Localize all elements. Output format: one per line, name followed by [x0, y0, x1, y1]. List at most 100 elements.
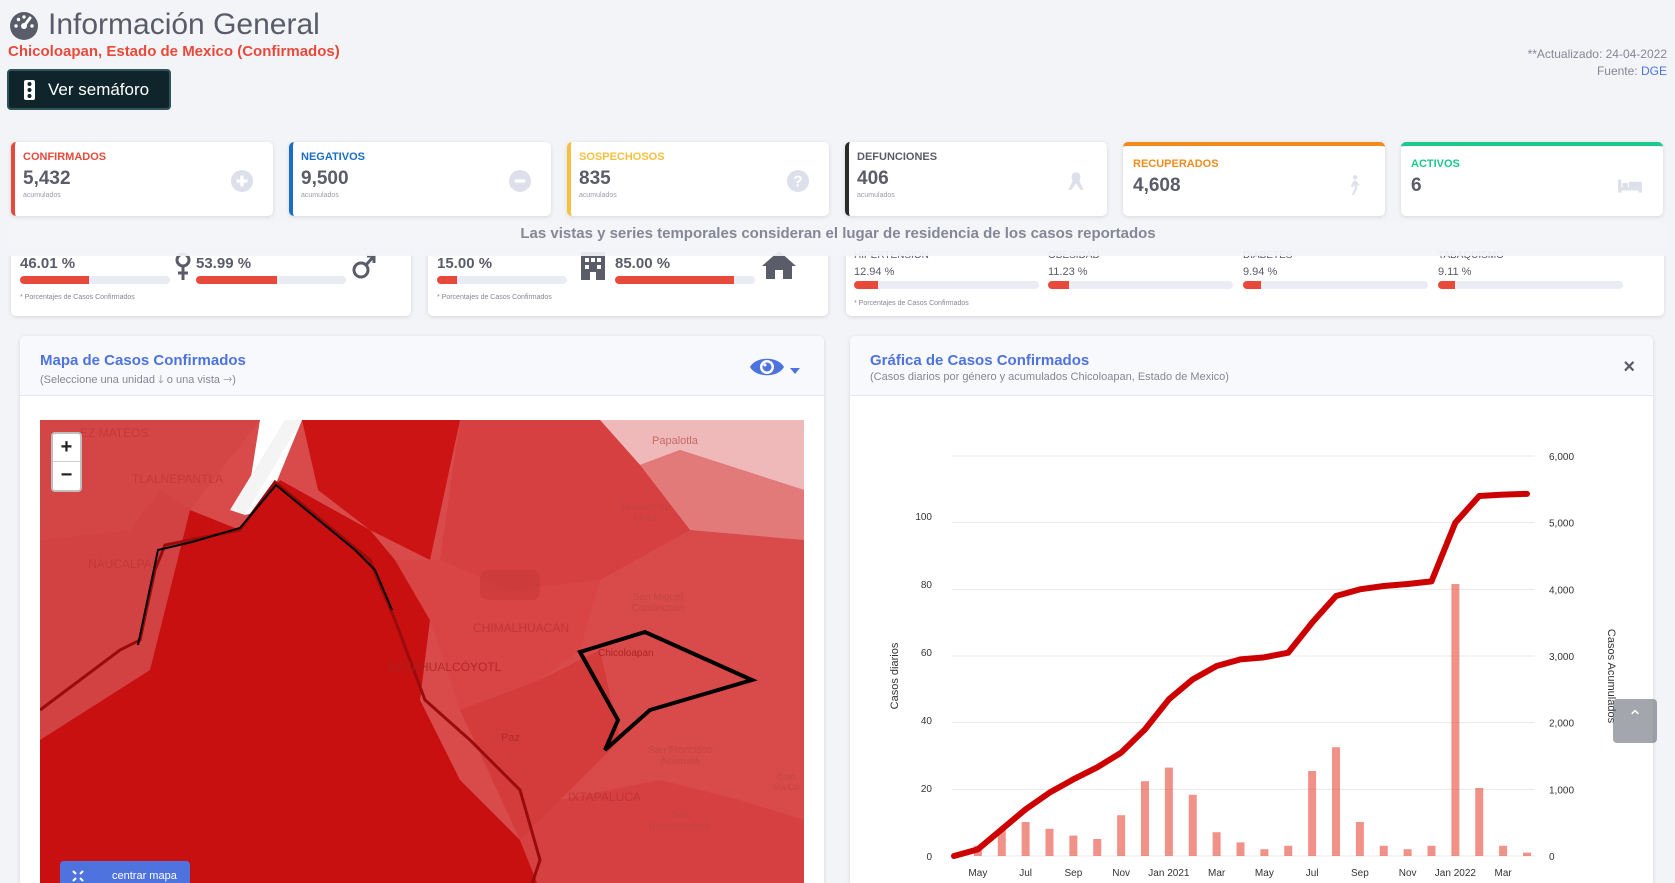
male-percent: 53.99 %	[196, 255, 252, 272]
card-label: SOSPECHOSOS	[579, 151, 665, 163]
map-label: Papalotla	[652, 435, 698, 447]
ribbon-icon	[1068, 172, 1084, 190]
traffic-light-icon	[24, 79, 35, 100]
tachometer-icon	[10, 12, 38, 40]
daily-bar	[1308, 771, 1317, 856]
map-panel: Mapa de Casos Confirmados (Seleccione un…	[20, 336, 824, 883]
daily-bar	[1379, 845, 1388, 856]
daily-bar	[1403, 849, 1412, 856]
daily-bar	[1332, 747, 1340, 856]
center-map-button[interactable]: centrar mapa	[60, 861, 190, 883]
card-sospechosos[interactable]: SOSPECHOSOS 835 acumulados ?	[567, 142, 829, 216]
daily-bar	[1523, 852, 1531, 856]
x-tick-label: Mar	[1208, 868, 1226, 879]
y-axis-label: Casos diarios	[889, 642, 901, 709]
card-recuperados[interactable]: RECUPERADOS 4,608	[1123, 142, 1385, 216]
page-title-text: Información General	[48, 8, 320, 41]
y2-tick-label: 3,000	[1549, 652, 1574, 663]
scroll-to-top-button[interactable]: ⌃	[1613, 699, 1657, 743]
x-tick-label: Nov	[1112, 868, 1130, 879]
x-tick-label: Jul	[1306, 868, 1319, 879]
walking-icon	[1350, 175, 1360, 195]
card-sub: acumulados	[301, 192, 339, 199]
bed-icon	[1618, 179, 1642, 193]
plus-circle-icon	[231, 170, 253, 192]
daily-bar	[1141, 781, 1149, 856]
map-label: Texcoco de Mora	[619, 502, 671, 524]
eye-icon	[750, 358, 784, 376]
chart-panel-title: Gráfica de Casos Confirmados	[870, 352, 1090, 369]
updated-date: **Actualizado: 24-04-2022	[1527, 47, 1667, 61]
y2-tick-label: 4,000	[1549, 585, 1574, 596]
zoom-control: + −	[51, 432, 82, 492]
gender-card: 46.01 % 53.99 % * Porcentajes de Casos C…	[11, 250, 411, 316]
daily-bar	[1236, 842, 1245, 856]
zoom-in-button[interactable]: +	[53, 434, 80, 462]
card-label: CONFIRMADOS	[23, 151, 107, 163]
condition-bar-fill	[1048, 281, 1069, 289]
care-note: * Porcentajes de Casos Confirmados	[437, 294, 552, 301]
card-negativos[interactable]: NEGATIVOS 9,500 acumulados	[289, 142, 551, 216]
male-bar	[196, 276, 346, 284]
cases-chart: 0 1,000 2,000 3,000 4,000 5,000 6,000 0 20 40 60 80…	[889, 452, 1617, 879]
daily-bar	[1451, 584, 1460, 856]
chart-panel-subtitle: (Casos diarios por género y acumulados C…	[870, 371, 1229, 383]
y2-tick-label: 5,000	[1549, 519, 1574, 530]
y-tick-label: 40	[921, 716, 933, 727]
semaforo-button[interactable]: Ver semáforo	[7, 69, 171, 110]
condition-bar-fill	[1243, 281, 1262, 289]
condition-bar	[1438, 281, 1623, 289]
female-percent: 46.01 %	[20, 255, 76, 272]
x-tick-label: Sep	[1351, 868, 1369, 879]
y-tick-label: 80	[921, 580, 933, 591]
daily-bar	[1499, 845, 1508, 856]
home-percent: 85.00 %	[615, 255, 671, 272]
care-card: 15.00 % 85.00 % * Porcentajes de Casos C…	[428, 250, 828, 316]
y-tick-label: 100	[915, 512, 932, 523]
map-panel-subtitle: (Seleccione una unidad 🡓 o una vista 🡒)	[40, 374, 236, 386]
page-title: Información General	[8, 8, 320, 42]
close-chart-button[interactable]: ×	[1623, 356, 1635, 379]
center-map-label: centrar mapa	[112, 870, 177, 882]
zoom-out-button[interactable]: −	[53, 462, 80, 490]
x-tick-label: Jan 2022	[1435, 868, 1477, 879]
map-label: EZ MATEOS	[80, 426, 149, 440]
x-tick-label: May	[968, 868, 987, 879]
condition-bar-fill	[1438, 281, 1455, 289]
female-icon	[175, 252, 191, 280]
condition-value: 9.11 %	[1438, 266, 1472, 278]
daily-bar	[1164, 767, 1173, 856]
map-panel-header: Mapa de Casos Confirmados (Seleccione un…	[20, 336, 824, 396]
x-tick-label: May	[1255, 868, 1274, 879]
map-canvas[interactable]: EZ MATEOS TLALNEPANTLA NAUCALPA Papalotl…	[40, 420, 804, 883]
card-activos[interactable]: ACTIVOS 6	[1401, 142, 1663, 216]
daily-bar	[1021, 822, 1030, 856]
hospital-bar-fill	[437, 276, 457, 284]
y2-tick-label: 6,000	[1549, 452, 1574, 463]
map-label: IXTAPALUCA	[568, 790, 641, 804]
card-defunciones[interactable]: DEFUNCIONES 406 acumulados	[845, 142, 1107, 216]
source-link[interactable]: DGE	[1641, 64, 1667, 78]
card-confirmados[interactable]: CONFIRMADOS 5,432 acumulados	[11, 142, 273, 216]
home-bar-fill	[615, 276, 734, 284]
condition-value: 9.94 %	[1243, 266, 1278, 278]
caret-down-icon	[790, 368, 800, 374]
map-label: San Miguel Coatlinchán	[631, 592, 685, 614]
daily-bar	[1188, 794, 1197, 856]
card-label: ACTIVOS	[1411, 158, 1460, 170]
card-sub: acumulados	[579, 192, 617, 199]
condition-value: 11.23 %	[1048, 266, 1088, 278]
map-label: Colo Ma Co	[772, 772, 800, 792]
daily-bar	[1355, 822, 1364, 856]
daily-bar	[1045, 828, 1054, 856]
map-label: CHIMALHUACÁN	[473, 621, 570, 635]
y2-tick-label: 2,000	[1549, 719, 1574, 730]
conditions-note: * Porcentajes de Casos Confirmados	[854, 300, 969, 307]
map-label: TLALNEPANTLA	[132, 472, 224, 486]
daily-bar	[1069, 835, 1078, 856]
card-sub: acumulados	[857, 192, 895, 199]
x-tick-label: Mar	[1495, 868, 1513, 879]
view-selector[interactable]	[748, 354, 800, 380]
daily-bar	[1260, 849, 1269, 856]
daily-bar	[1212, 832, 1221, 856]
